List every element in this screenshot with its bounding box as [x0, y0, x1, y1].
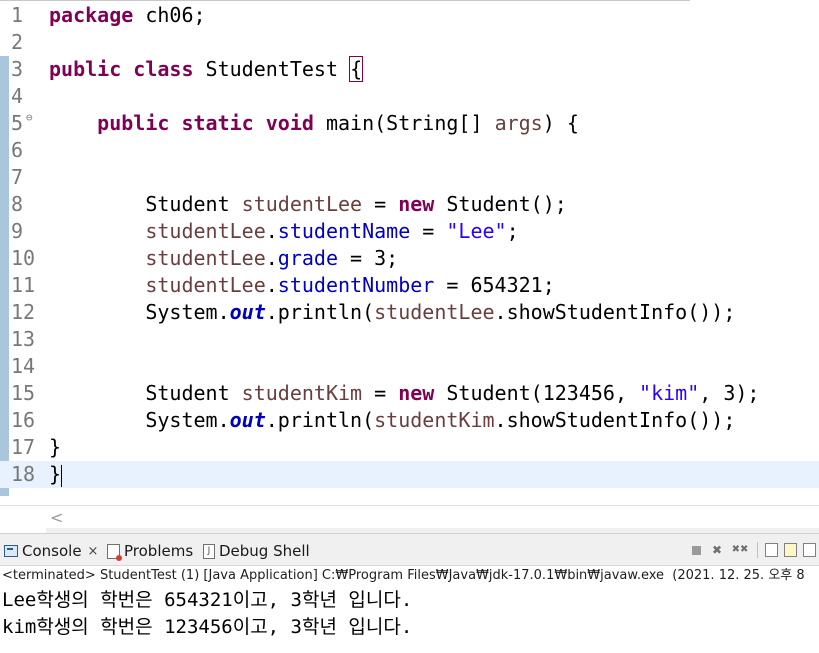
code-text[interactable]: System.out.println(studentKim.showStuden…: [49, 407, 735, 434]
console-status-line: <terminated> StudentTest (1) [Java Appli…: [0, 565, 819, 585]
code-line[interactable]: 5 ⊖ public static void main(String[] args…: [0, 110, 819, 137]
console-output-line: kim학생의 학번은 123456이고, 3학년 입니다.: [2, 616, 413, 638]
code-text[interactable]: package ch06;: [49, 2, 206, 29]
line-number: 18: [11, 462, 36, 486]
word-wrap-icon[interactable]: [803, 543, 816, 557]
console-output-line: Lee학생의 학번은 654321이고, 3학년 입니다.: [2, 589, 413, 611]
line-number: 13: [11, 327, 36, 351]
code-line[interactable]: 10 studentLee.grade = 3;: [0, 245, 819, 272]
line-number: 1: [11, 3, 24, 27]
code-line[interactable]: 15 Student studentKim = new Student(1234…: [0, 380, 819, 407]
tab-console-label: Console: [22, 542, 82, 560]
horizontal-scrollbar[interactable]: <: [0, 505, 819, 533]
code-text[interactable]: }: [49, 461, 63, 488]
code-text[interactable]: public static void main(String[] args) {: [49, 110, 579, 137]
line-number: 12: [11, 300, 36, 324]
line-number: 9: [11, 219, 24, 243]
code-line[interactable]: 2: [0, 29, 819, 56]
terminate-icon[interactable]: [692, 545, 701, 555]
scroll-left-icon[interactable]: <: [50, 508, 63, 527]
code-text[interactable]: }: [49, 434, 61, 461]
close-icon[interactable]: ×: [88, 544, 99, 559]
code-editor[interactable]: 1 package ch06; 2 3 public class StudentTest…: [0, 0, 819, 505]
line-number: 8: [11, 192, 24, 216]
remove-launch-icon[interactable]: ✖: [710, 543, 724, 557]
code-line[interactable]: 9 studentLee.studentName = "Lee";: [0, 218, 819, 245]
code-line[interactable]: 4: [0, 83, 819, 110]
code-line[interactable]: 11 studentLee.studentNumber = 654321;: [0, 272, 819, 299]
code-text[interactable]: studentLee.grade = 3;: [49, 245, 398, 272]
line-number: 11: [11, 273, 36, 297]
tab-problems[interactable]: Problems: [107, 541, 193, 561]
clear-console-icon[interactable]: [765, 543, 778, 557]
problems-icon: [107, 543, 122, 561]
code-line[interactable]: 3 public class StudentTest {: [0, 56, 819, 83]
code-line[interactable]: 1 package ch06;: [0, 2, 819, 29]
code-line[interactable]: 8 Student studentLee = new Student();: [0, 191, 819, 218]
line-number: 16: [11, 408, 36, 432]
line-number: 4: [11, 84, 24, 108]
code-text[interactable]: studentLee.studentNumber = 654321;: [49, 272, 554, 299]
code-text[interactable]: Student studentKim = new Student(123456,…: [49, 380, 759, 407]
console-output[interactable]: Lee학생의 학번은 654321이고, 3학년 입니다. kim학생의 학번은…: [0, 587, 819, 653]
line-number: 17: [11, 435, 36, 459]
fold-collapse-icon[interactable]: ⊖: [26, 111, 33, 125]
line-number: 10: [11, 246, 36, 270]
console-tab-bar: Console × Problems J Debug Shell ✖ ✖✖: [0, 533, 819, 566]
line-number: 14: [11, 354, 36, 378]
tab-problems-label: Problems: [124, 542, 194, 560]
line-number: 6: [11, 138, 24, 162]
remove-all-terminated-icon[interactable]: ✖✖: [730, 543, 750, 557]
console-icon: [4, 545, 18, 557]
code-line[interactable]: 12 System.out.println(studentLee.showStu…: [0, 299, 819, 326]
line-number: 3: [11, 57, 24, 81]
console-toolbar: ✖ ✖✖: [686, 540, 819, 560]
code-line[interactable]: 14: [0, 353, 819, 380]
code-text[interactable]: System.out.println(studentLee.showStuden…: [49, 299, 735, 326]
line-number: 5: [11, 111, 24, 135]
line-number: 15: [11, 381, 36, 405]
code-line[interactable]: 7: [0, 164, 819, 191]
tab-debug-shell-label: Debug Shell: [219, 542, 310, 560]
toolbar-separator: [757, 542, 758, 558]
scroll-lock-icon[interactable]: [784, 543, 797, 557]
line-number: 2: [11, 30, 24, 54]
debug-shell-icon: J: [203, 543, 215, 559]
code-line[interactable]: 13: [0, 326, 819, 353]
code-text[interactable]: public class StudentTest {: [49, 56, 364, 83]
tab-console[interactable]: Console ×: [4, 541, 98, 561]
code-line[interactable]: 16 System.out.println(studentKim.showStu…: [0, 407, 819, 434]
tab-debug-shell[interactable]: J Debug Shell: [203, 541, 310, 561]
code-line[interactable]: 6: [0, 137, 819, 164]
code-text[interactable]: Student studentLee = new Student();: [49, 191, 566, 218]
code-text[interactable]: studentLee.studentName = "Lee";: [49, 218, 518, 245]
line-number: 7: [11, 165, 24, 189]
code-line[interactable]: 18}: [0, 461, 819, 488]
editor-top-border: [0, 0, 690, 1]
code-line[interactable]: 17}: [0, 434, 819, 461]
